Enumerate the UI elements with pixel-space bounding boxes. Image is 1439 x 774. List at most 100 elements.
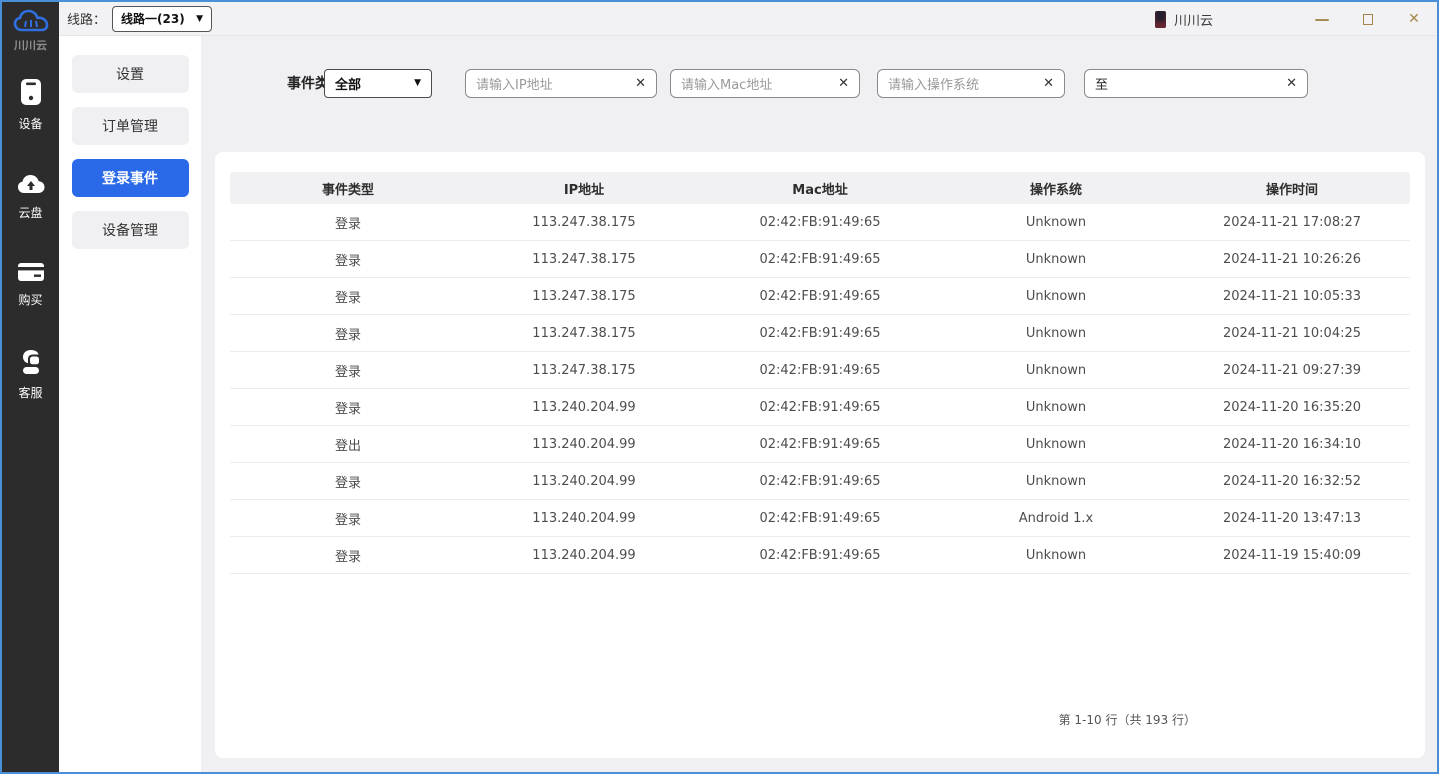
window-title: 川川云	[1174, 10, 1213, 29]
cell-time: 2024-11-21 10:04:25	[1174, 326, 1410, 341]
cell-event-type: 登录	[230, 546, 466, 565]
cell-event-type: 登出	[230, 435, 466, 454]
maximize-icon	[1363, 14, 1373, 25]
cell-time: 2024-11-20 16:35:20	[1174, 400, 1410, 415]
mac-filter-input[interactable]: 请输入Mac地址 ✕	[670, 69, 860, 98]
table-row: 登录 113.240.204.99 02:42:FB:91:49:65 Unkn…	[230, 463, 1410, 500]
pagination-summary: 第 1-10 行（共 193 行）	[1059, 711, 1196, 728]
sidebar-item-label: 设置	[116, 64, 144, 84]
event-type-select[interactable]: 全部 ▼	[324, 69, 432, 98]
cell-time: 2024-11-19 15:40:09	[1174, 548, 1410, 563]
table-card: 事件类型 IP地址 Mac地址 操作系统 操作时间 登录	[215, 152, 1425, 758]
cell-event-type: 登录	[230, 398, 466, 417]
cell-mac: 02:42:FB:91:49:65	[702, 548, 938, 563]
rail-nav-item-0[interactable]: 设备	[2, 77, 59, 132]
cell-event-type: 登录	[230, 361, 466, 380]
sidebar-item-label: 登录事件	[102, 168, 158, 188]
rail-nav-item-3[interactable]: 客服	[2, 348, 59, 401]
logo-text: 川川云	[2, 37, 59, 53]
cell-time: 2024-11-21 17:08:27	[1174, 215, 1410, 230]
table-header-cell: IP地址	[466, 179, 702, 198]
line-label: 线路：	[67, 9, 106, 28]
cell-event-type: 登录	[230, 324, 466, 343]
cell-ip: 113.247.38.175	[466, 289, 702, 304]
sidebar: 设置 订单管理 登录事件 设备管理	[59, 36, 201, 772]
ip-placeholder: 请输入IP地址	[476, 74, 635, 93]
cell-event-type: 登录	[230, 250, 466, 269]
cell-ip: 113.240.204.99	[466, 437, 702, 452]
cell-os: Unknown	[938, 289, 1174, 304]
primary-rail: 川川云 设备 云盘 购买	[2, 2, 59, 772]
cell-os: Unknown	[938, 252, 1174, 267]
cell-os: Unknown	[938, 326, 1174, 341]
line-select[interactable]: 线路一(23) ▼	[112, 6, 212, 32]
table-row: 登录 113.247.38.175 02:42:FB:91:49:65 Unkn…	[230, 315, 1410, 352]
table-header-cell: Mac地址	[702, 179, 938, 198]
cell-os: Unknown	[938, 437, 1174, 452]
table-row: 登录 113.247.38.175 02:42:FB:91:49:65 Unkn…	[230, 241, 1410, 278]
cell-mac: 02:42:FB:91:49:65	[702, 511, 938, 526]
chevron-down-icon: ▼	[414, 78, 421, 88]
date-to-input[interactable]: 至 ✕	[1084, 69, 1308, 98]
sidebar-item[interactable]: 订单管理	[72, 107, 189, 145]
rail-item-label: 设备	[18, 115, 42, 132]
clear-icon[interactable]: ✕	[1286, 77, 1297, 90]
close-button[interactable]: ✕	[1391, 2, 1437, 36]
rail-nav-item-1[interactable]: 云盘	[2, 172, 59, 221]
sidebar-item[interactable]: 登录事件	[72, 159, 189, 197]
ip-filter-input[interactable]: 请输入IP地址 ✕	[465, 69, 657, 98]
cell-ip: 113.240.204.99	[466, 400, 702, 415]
event-type-value: 全部	[335, 74, 414, 93]
mac-placeholder: 请输入Mac地址	[681, 74, 838, 93]
titlebar: 线路： 线路一(23) ▼ 川川云 — ✕	[59, 2, 1437, 36]
clear-icon[interactable]: ✕	[1043, 77, 1054, 90]
cell-event-type: 登录	[230, 472, 466, 491]
rail-item-label: 云盘	[18, 204, 42, 221]
table-row: 登录 113.240.204.99 02:42:FB:91:49:65 Unkn…	[230, 389, 1410, 426]
cell-ip: 113.247.38.175	[466, 215, 702, 230]
minimize-button[interactable]: —	[1299, 2, 1345, 36]
cell-mac: 02:42:FB:91:49:65	[702, 437, 938, 452]
cell-time: 2024-11-21 09:27:39	[1174, 363, 1410, 378]
rail-nav: 设备 云盘 购买 客服	[2, 77, 59, 401]
clear-icon[interactable]: ✕	[838, 77, 849, 90]
clear-icon[interactable]: ✕	[635, 77, 646, 90]
sidebar-item-label: 订单管理	[102, 116, 158, 136]
filter-bar: 事件类型 全部 ▼ 请输入IP地址 ✕ 请输入Mac地址 ✕ 请输入操作系统 ✕…	[201, 68, 1437, 98]
cell-mac: 02:42:FB:91:49:65	[702, 289, 938, 304]
table-row: 登录 113.240.204.99 02:42:FB:91:49:65 Andr…	[230, 500, 1410, 537]
purchase-card-icon	[16, 261, 46, 287]
table-row: 登录 113.247.38.175 02:42:FB:91:49:65 Unkn…	[230, 204, 1410, 241]
events-table: 事件类型 IP地址 Mac地址 操作系统 操作时间 登录	[230, 172, 1410, 574]
cell-ip: 113.240.204.99	[466, 474, 702, 489]
app-taskbar-icon	[1155, 11, 1166, 28]
cell-time: 2024-11-21 10:26:26	[1174, 252, 1410, 267]
cell-os: Unknown	[938, 400, 1174, 415]
cell-mac: 02:42:FB:91:49:65	[702, 474, 938, 489]
os-placeholder: 请输入操作系统	[888, 74, 1043, 93]
table-header-cell: 操作时间	[1174, 179, 1410, 198]
sidebar-item[interactable]: 设备管理	[72, 211, 189, 249]
cell-os: Unknown	[938, 548, 1174, 563]
rail-nav-item-2[interactable]: 购买	[2, 261, 59, 308]
table-header-cell: 事件类型	[230, 179, 466, 198]
date-to-value: 至	[1095, 74, 1286, 93]
cell-os: Unknown	[938, 474, 1174, 489]
cell-mac: 02:42:FB:91:49:65	[702, 363, 938, 378]
cell-ip: 113.247.38.175	[466, 363, 702, 378]
cell-time: 2024-11-20 16:32:52	[1174, 474, 1410, 489]
maximize-button[interactable]	[1345, 2, 1391, 36]
cell-os: Unknown	[938, 363, 1174, 378]
cell-ip: 113.247.38.175	[466, 252, 702, 267]
cell-mac: 02:42:FB:91:49:65	[702, 252, 938, 267]
table-header-cell: 操作系统	[938, 179, 1174, 198]
sidebar-item[interactable]: 设置	[72, 55, 189, 93]
line-select-value: 线路一(23)	[121, 10, 196, 27]
cell-os: Unknown	[938, 215, 1174, 230]
os-filter-input[interactable]: 请输入操作系统 ✕	[877, 69, 1065, 98]
cell-time: 2024-11-21 10:05:33	[1174, 289, 1410, 304]
cell-ip: 113.240.204.99	[466, 548, 702, 563]
rail-item-label: 购买	[18, 291, 42, 308]
customer-service-icon	[18, 348, 44, 380]
cell-event-type: 登录	[230, 287, 466, 306]
